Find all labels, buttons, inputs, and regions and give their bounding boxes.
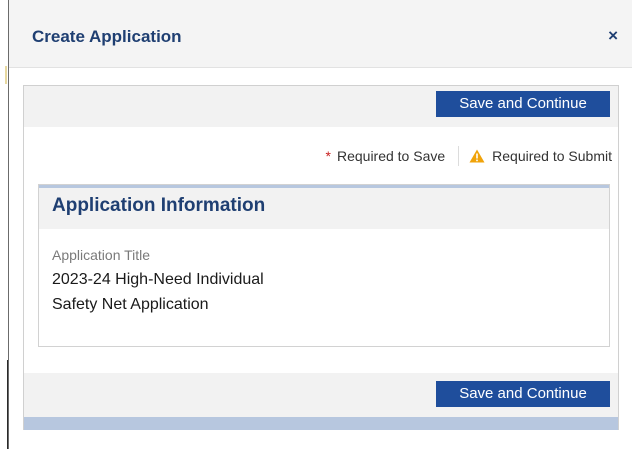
application-title-line: 2023-24 High-Need Individual — [52, 271, 264, 288]
save-and-continue-button-top[interactable]: Save and Continue — [436, 91, 610, 117]
section-header: Application Information — [39, 185, 609, 229]
required-legend: * Required to Save Required to Submit — [325, 146, 612, 166]
top-toolbar: Save and Continue — [24, 86, 618, 127]
close-button[interactable]: × — [608, 27, 618, 44]
create-application-dialog: Create Application × Save and Continue *… — [8, 0, 632, 449]
dialog-header: Create Application × — [9, 0, 632, 68]
warning-triangle-icon — [469, 149, 485, 163]
bottom-toolbar: Save and Continue — [24, 373, 618, 417]
application-title-label: Application Title — [52, 247, 151, 263]
application-title-value: 2023-24 High-Need Individual Safety Net … — [52, 267, 352, 317]
page-backdrop — [0, 0, 9, 449]
section-title: Application Information — [52, 195, 266, 216]
application-title-line: Safety Net Application — [52, 296, 209, 313]
legend-divider — [458, 146, 460, 166]
footer-accent-bar — [24, 417, 618, 430]
backdrop-fragment — [5, 66, 7, 84]
dialog-title: Create Application — [32, 27, 182, 46]
required-to-save-text: Required to Save — [336, 148, 446, 164]
required-to-submit-text: Required to Submit — [492, 148, 612, 164]
dialog-body: Save and Continue * Required to Save Req… — [23, 85, 619, 430]
save-and-continue-button-bottom[interactable]: Save and Continue — [436, 381, 610, 407]
application-information-section: Application Information Application Titl… — [38, 184, 610, 347]
required-asterisk: * — [325, 148, 331, 164]
